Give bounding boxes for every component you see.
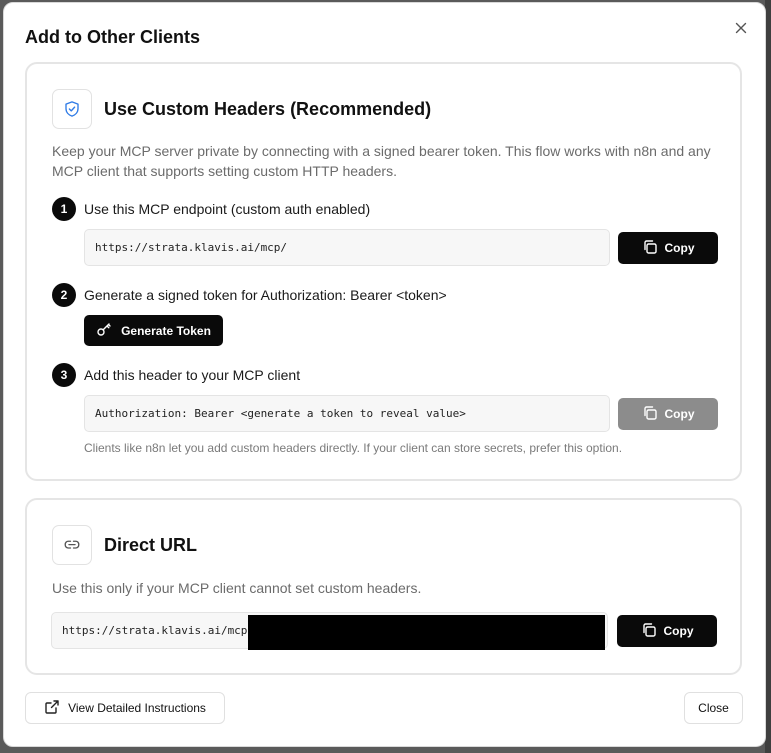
copy-direct-url-button[interactable]: Copy — [617, 615, 717, 647]
link-icon — [52, 525, 92, 565]
generate-token-button[interactable]: Generate Token — [84, 315, 223, 346]
key-icon — [96, 321, 112, 340]
view-instructions-label: View Detailed Instructions — [68, 701, 206, 715]
shield-check-icon — [52, 89, 92, 129]
custom-headers-card: Use Custom Headers (Recommended) Keep yo… — [25, 62, 742, 481]
step-3: 3 Add this header to your MCP client — [52, 363, 300, 387]
step-label: Use this MCP endpoint (custom auth enabl… — [84, 201, 371, 217]
step-number: 1 — [52, 197, 76, 221]
copy-icon — [641, 622, 657, 641]
step-number: 2 — [52, 283, 76, 307]
generate-token-label: Generate Token — [121, 323, 211, 338]
add-to-clients-dialog: Add to Other Clients Use Custom Headers … — [3, 2, 766, 747]
dialog-title: Add to Other Clients — [25, 27, 200, 47]
external-link-icon — [44, 699, 60, 718]
direct-url-description: Use this only if your MCP client cannot … — [52, 580, 422, 596]
direct-url-value: https://strata.klavis.ai/mcp — [62, 624, 248, 637]
view-instructions-button[interactable]: View Detailed Instructions — [25, 692, 225, 724]
header-value: Authorization: Bearer <generate a token … — [95, 407, 466, 420]
copy-label: Copy — [664, 241, 695, 255]
close-label: Close — [698, 701, 729, 715]
copy-icon — [642, 239, 658, 258]
copy-header-button[interactable]: Copy — [618, 398, 718, 430]
header-field[interactable]: Authorization: Bearer <generate a token … — [84, 395, 610, 432]
copy-label: Copy — [663, 624, 694, 638]
custom-headers-hint: Clients like n8n let you add custom head… — [84, 441, 623, 455]
copy-icon — [642, 405, 658, 424]
step-1: 1 Use this MCP endpoint (custom auth ena… — [52, 197, 370, 221]
endpoint-value: https://strata.klavis.ai/mcp/ — [95, 241, 288, 254]
step-label: Generate a signed token for Authorizatio… — [84, 287, 447, 303]
close-icon[interactable] — [733, 20, 749, 36]
step-number: 3 — [52, 363, 76, 387]
close-button[interactable]: Close — [684, 692, 743, 724]
direct-url-title: Direct URL — [104, 535, 198, 555]
copy-label: Copy — [664, 407, 695, 421]
step-2: 2 Generate a signed token for Authorizat… — [52, 283, 447, 307]
custom-headers-title: Use Custom Headers (Recommended) — [104, 99, 432, 119]
redacted-token — [248, 615, 605, 650]
custom-headers-description: Keep your MCP server private by connecti… — [52, 143, 711, 179]
copy-endpoint-button[interactable]: Copy — [618, 232, 718, 264]
step-label: Add this header to your MCP client — [84, 367, 301, 383]
endpoint-field[interactable]: https://strata.klavis.ai/mcp/ — [84, 229, 610, 266]
